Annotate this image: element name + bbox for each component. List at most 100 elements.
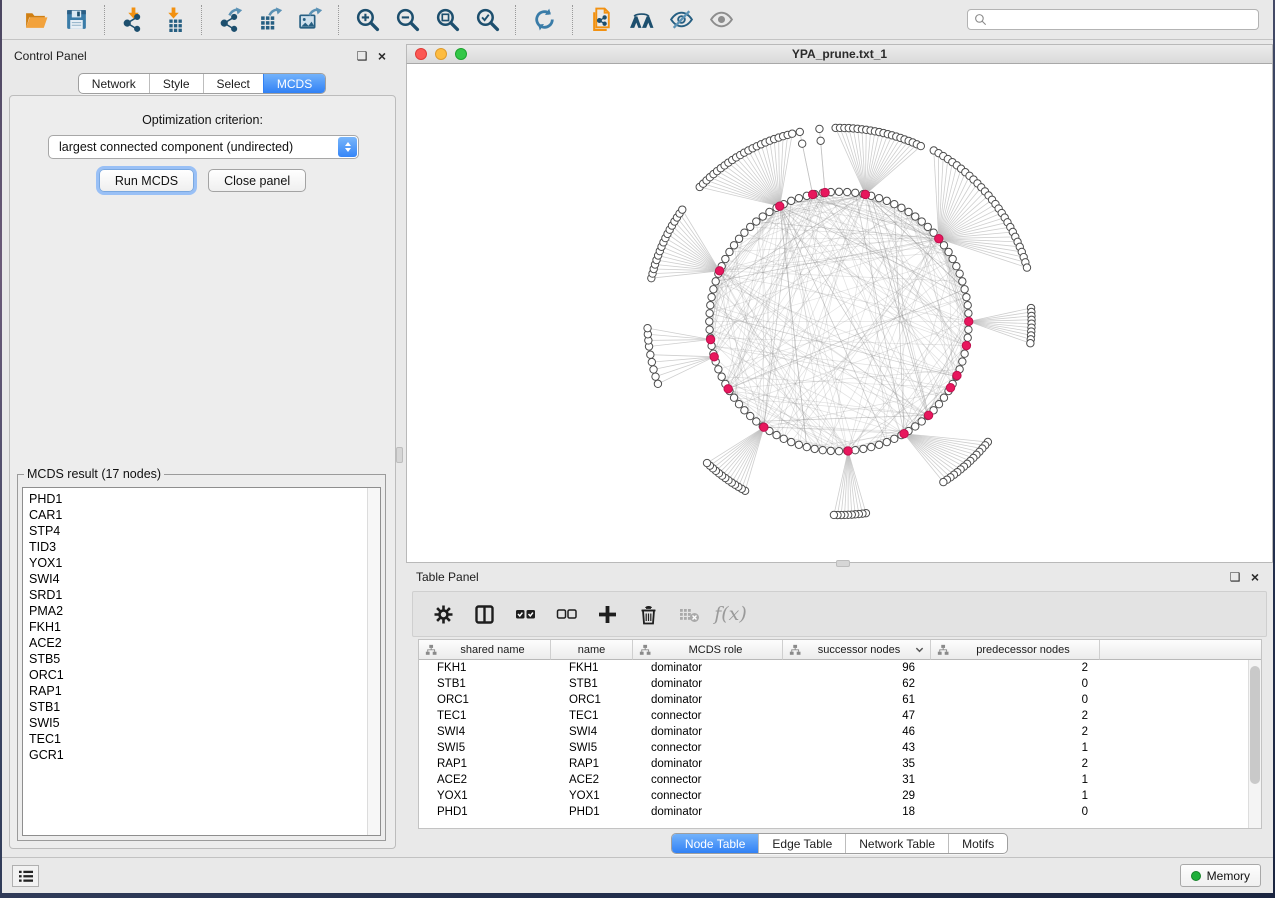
mcds-hub-node[interactable] (946, 384, 954, 392)
memory-button[interactable]: Memory (1180, 864, 1261, 887)
mcds-hub-node[interactable] (861, 190, 869, 198)
network-node[interactable] (735, 235, 742, 242)
mcds-hub-node[interactable] (844, 447, 852, 455)
network-node[interactable] (961, 350, 968, 357)
network-node[interactable] (959, 278, 966, 285)
network-node[interactable] (953, 263, 960, 270)
column-header-shared-name[interactable]: shared name (419, 640, 551, 660)
table-row[interactable]: STB1STB1dominator620 (419, 676, 1261, 692)
list-scrollbar[interactable] (367, 488, 380, 835)
search-input[interactable] (992, 13, 1252, 27)
network-node[interactable] (924, 223, 931, 230)
export-table-button[interactable] (250, 5, 290, 35)
network-node[interactable] (940, 478, 947, 485)
network-node[interactable] (741, 407, 748, 414)
network-node[interactable] (959, 358, 966, 365)
network-node[interactable] (835, 188, 842, 195)
mcds-result-item[interactable]: GCR1 (23, 747, 367, 763)
network-node[interactable] (726, 248, 733, 255)
close-panel-icon[interactable]: × (374, 48, 390, 64)
vertical-splitter-handle[interactable] (396, 447, 403, 463)
mcds-hub-node[interactable] (760, 423, 768, 431)
column-header-name[interactable]: name (551, 640, 633, 660)
table-row[interactable]: YOX1YOX1connector291 (419, 788, 1261, 804)
network-node[interactable] (918, 218, 925, 225)
network-node[interactable] (708, 293, 715, 300)
network-node[interactable] (940, 394, 947, 401)
mcds-result-item[interactable]: YOX1 (23, 555, 367, 571)
network-node[interactable] (712, 278, 719, 285)
network-node[interactable] (795, 441, 802, 448)
network-node[interactable] (789, 130, 796, 137)
mcds-result-item[interactable]: RAP1 (23, 683, 367, 699)
network-node[interactable] (766, 208, 773, 215)
export-image-button[interactable] (290, 5, 330, 35)
network-node[interactable] (868, 443, 875, 450)
network-node[interactable] (798, 140, 805, 147)
delete-column-button[interactable] (630, 597, 667, 631)
network-node[interactable] (730, 394, 737, 401)
network-node[interactable] (710, 286, 717, 293)
hide-selected-button[interactable] (661, 5, 701, 35)
table-row[interactable]: SWI4SWI4dominator462 (419, 724, 1261, 740)
mcds-hub-node[interactable] (935, 234, 943, 242)
mcds-result-item[interactable]: STB5 (23, 651, 367, 667)
network-node[interactable] (735, 400, 742, 407)
save-button[interactable] (56, 5, 96, 35)
network-node[interactable] (1023, 264, 1030, 271)
network-node[interactable] (835, 447, 842, 454)
network-node[interactable] (706, 318, 713, 325)
mcds-result-item[interactable]: SWI5 (23, 715, 367, 731)
network-node[interactable] (905, 208, 912, 215)
network-node[interactable] (819, 446, 826, 453)
network-node[interactable] (773, 431, 780, 438)
mcds-hub-node[interactable] (965, 317, 973, 325)
column-header-predecessor-nodes[interactable]: predecessor nodes (931, 640, 1100, 660)
mcds-result-item[interactable]: STP4 (23, 523, 367, 539)
network-node[interactable] (703, 459, 710, 466)
network-node[interactable] (796, 128, 803, 135)
float-table-panel-icon[interactable]: ❑ (1227, 570, 1243, 584)
network-node[interactable] (647, 351, 654, 358)
tab-motifs[interactable]: Motifs (948, 834, 1007, 853)
mcds-hub-node[interactable] (776, 202, 784, 210)
column-header-MCDS-role[interactable]: MCDS role (633, 640, 783, 660)
tab-node-table[interactable]: Node Table (672, 834, 759, 853)
network-node[interactable] (940, 242, 947, 249)
network-node[interactable] (648, 358, 655, 365)
network-node[interactable] (964, 334, 971, 341)
network-node[interactable] (1027, 340, 1034, 347)
mcds-hub-node[interactable] (706, 335, 714, 343)
network-node[interactable] (956, 270, 963, 277)
network-node[interactable] (803, 443, 810, 450)
network-node[interactable] (852, 189, 859, 196)
network-node[interactable] (707, 302, 714, 309)
mcds-hub-node[interactable] (962, 341, 970, 349)
mcds-result-item[interactable]: ACE2 (23, 635, 367, 651)
network-node[interactable] (679, 206, 686, 213)
tab-select[interactable]: Select (203, 74, 263, 93)
tab-network[interactable]: Network (79, 74, 149, 93)
network-node[interactable] (961, 286, 968, 293)
network-node[interactable] (883, 438, 890, 445)
network-node[interactable] (730, 242, 737, 249)
tab-edge-table[interactable]: Edge Table (758, 834, 845, 853)
mcds-result-item[interactable]: SWI4 (23, 571, 367, 587)
tab-network-table[interactable]: Network Table (845, 834, 948, 853)
mcds-hub-node[interactable] (924, 411, 932, 419)
mcds-result-item[interactable]: TID3 (23, 539, 367, 555)
network-node[interactable] (964, 302, 971, 309)
tab-mcds[interactable]: MCDS (263, 74, 325, 93)
network-node[interactable] (652, 373, 659, 380)
float-panel-icon[interactable]: ❑ (354, 49, 370, 63)
network-node[interactable] (963, 293, 970, 300)
mcds-result-item[interactable]: TEC1 (23, 731, 367, 747)
network-node[interactable] (965, 310, 972, 317)
tab-style[interactable]: Style (149, 74, 203, 93)
network-node[interactable] (817, 137, 824, 144)
network-node[interactable] (747, 412, 754, 419)
network-node[interactable] (935, 400, 942, 407)
import-table-button[interactable] (153, 5, 193, 35)
network-node[interactable] (965, 326, 972, 333)
table-row[interactable]: ACE2ACE2connector311 (419, 772, 1261, 788)
